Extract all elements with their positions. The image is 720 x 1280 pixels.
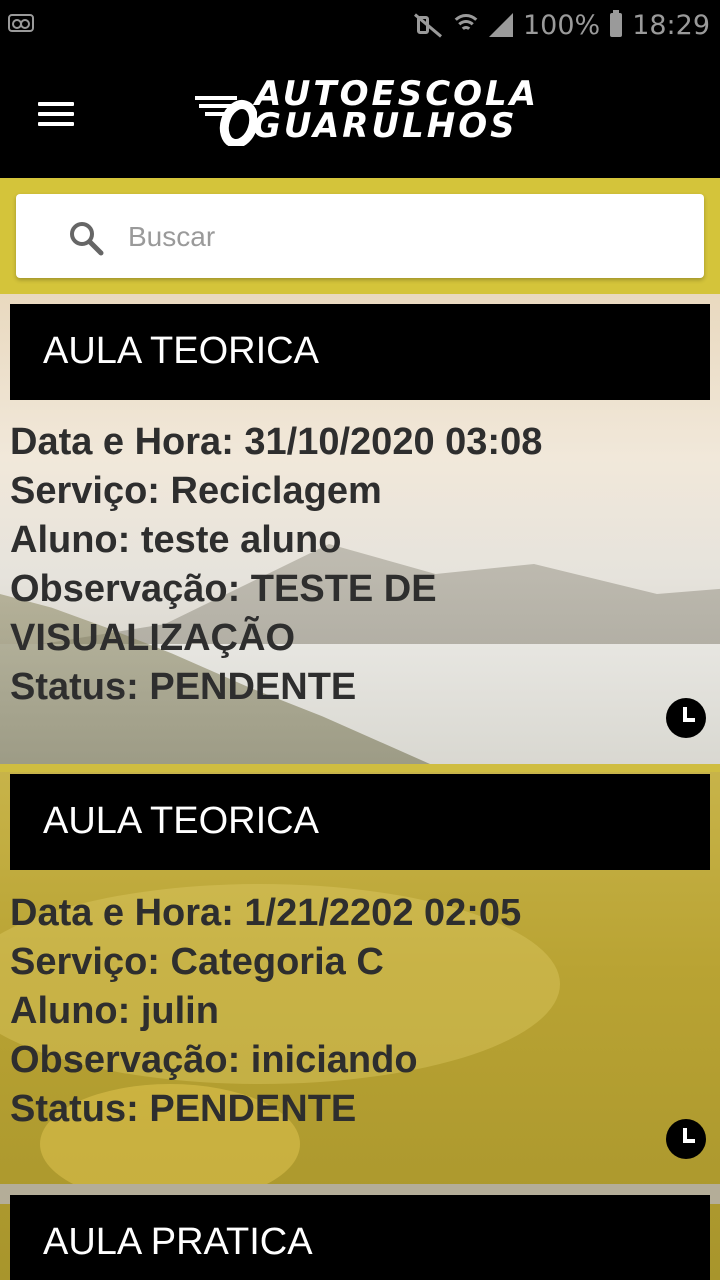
search-icon[interactable]	[68, 220, 104, 256]
card-header[interactable]: AULA TEORICA	[10, 304, 710, 400]
wifi-icon	[452, 12, 479, 38]
card-observation: Observação: iniciando	[10, 1039, 418, 1081]
card-service: Serviço: Categoria C	[10, 941, 384, 983]
card-title: AULA PRATICA	[43, 1221, 313, 1263]
status-bar: 100% 18:29	[0, 0, 720, 50]
signal-icon	[488, 13, 513, 37]
menu-icon[interactable]	[38, 100, 74, 128]
battery-icon	[610, 10, 623, 37]
battery-percent: 100%	[522, 9, 601, 41]
card-separator	[0, 764, 720, 772]
card-header[interactable]: AULA PRATICA	[10, 1195, 710, 1280]
card-date: Data e Hora: 31/10/2020 03:08	[10, 421, 543, 463]
card-student: Aluno: julin	[10, 990, 219, 1032]
card-date: Data e Hora: 1/21/2202 02:05	[10, 892, 522, 934]
card-service: Serviço: Reciclagem	[10, 470, 382, 512]
status-icons: 100% 18:29	[413, 8, 710, 42]
card-observation: Observação: TESTE DE	[10, 568, 437, 610]
app-logo: AUTOESCOLA GUARULHOS	[193, 72, 538, 156]
card-title: AULA TEORICA	[43, 800, 319, 842]
card-details[interactable]: Data e Hora: 1/21/2202 02:05 Serviço: Ca…	[10, 889, 710, 1134]
clock-time: 18:29	[632, 9, 710, 41]
clock-icon[interactable]	[666, 698, 706, 738]
card-details[interactable]: Data e Hora: 31/10/2020 03:08 Serviço: R…	[10, 418, 710, 712]
app-bar: AUTOESCOLA GUARULHOS	[0, 50, 720, 178]
search-box[interactable]	[16, 194, 704, 278]
card-title: AULA TEORICA	[43, 330, 319, 372]
card-student: Aluno: teste aluno	[10, 519, 342, 561]
card-header[interactable]: AULA TEORICA	[10, 774, 710, 870]
search-input[interactable]	[126, 210, 690, 264]
card-observation-continued: VISUALIZAÇÃO	[10, 617, 295, 659]
mute-icon	[413, 13, 443, 37]
voicemail-icon	[8, 14, 34, 32]
clock-icon[interactable]	[666, 1119, 706, 1159]
card-status: Status: PENDENTE	[10, 1088, 357, 1130]
logo-text-line2: GUARULHOS	[253, 106, 518, 146]
logo-swoosh-icon	[195, 96, 257, 146]
card-status: Status: PENDENTE	[10, 666, 357, 708]
